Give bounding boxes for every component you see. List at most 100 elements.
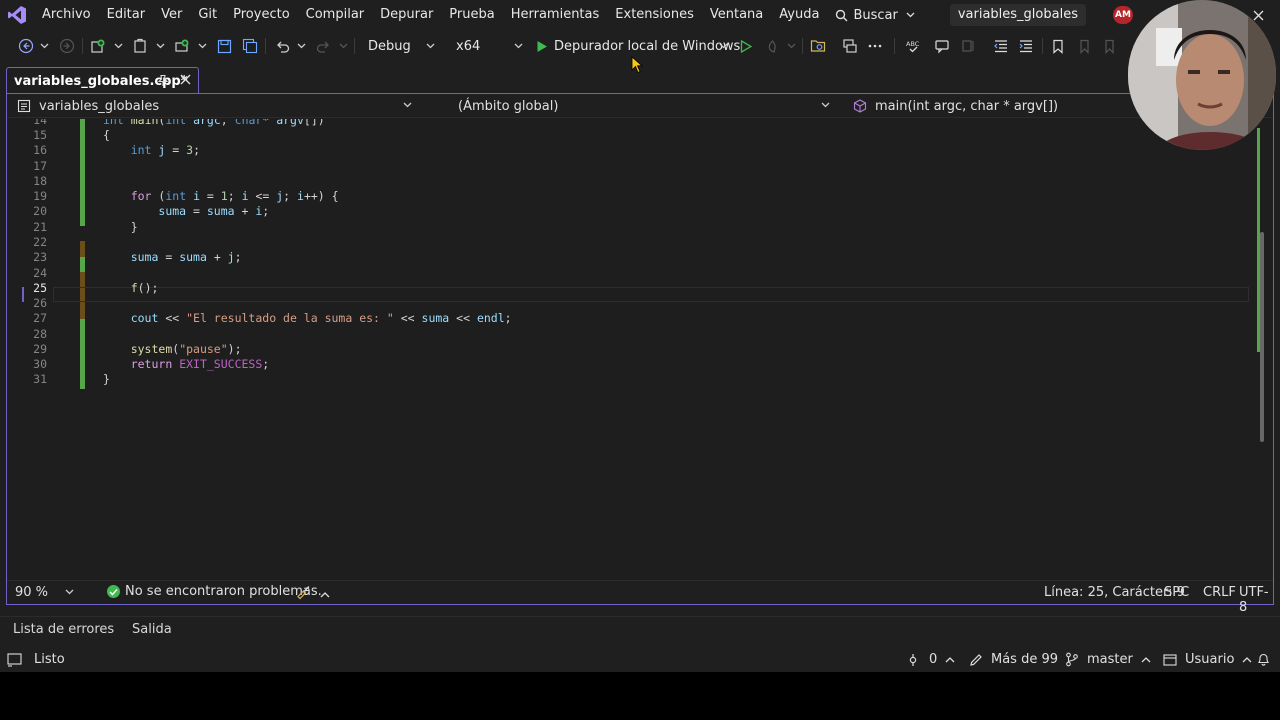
member-dropdown[interactable]: main(int argc, char * argv[])	[843, 94, 1133, 118]
menu-depurar[interactable]: Depurar	[372, 0, 441, 30]
editor-status-bar: 90 % No se encontraron problemas. Línea:…	[7, 580, 1273, 615]
scope-dropdown[interactable]: (Ámbito global)	[425, 94, 837, 118]
repository-button[interactable]: Usuario	[1163, 652, 1260, 667]
add-item-button[interactable]	[172, 34, 192, 58]
project-dropdown[interactable]: variables_globales	[7, 94, 419, 118]
undo-button[interactable]	[272, 34, 292, 58]
more-toolbar-options-button[interactable]	[865, 34, 885, 58]
toggle-bookmark-button[interactable]	[1048, 34, 1068, 58]
start-debugging-button[interactable]: Depurador local de Windows	[536, 34, 740, 58]
notifications-button[interactable]	[1257, 652, 1278, 666]
increase-indent-button[interactable]	[1016, 34, 1036, 58]
menu-prueba[interactable]: Prueba	[441, 0, 502, 30]
project-name: variables_globales	[39, 98, 160, 114]
open-file-button[interactable]	[130, 34, 150, 58]
spell-check-button[interactable]: ABC	[903, 34, 923, 58]
share-icon	[843, 39, 857, 53]
navigate-forward-button[interactable]	[57, 34, 77, 58]
undo-dropdown[interactable]	[295, 34, 307, 58]
open-file-dropdown[interactable]	[154, 34, 166, 58]
code-line: 26	[7, 296, 1247, 311]
ready-status: Listo	[7, 652, 65, 667]
chevron-down-icon[interactable]	[65, 589, 74, 595]
redo-dropdown[interactable]	[337, 34, 349, 58]
save-all-button[interactable]	[240, 34, 260, 58]
menu-archivo[interactable]: Archivo	[34, 0, 99, 30]
close-tab-button[interactable]	[180, 74, 191, 89]
zoom-level[interactable]: 90 %	[15, 585, 48, 600]
line-number: 24	[33, 266, 47, 280]
menu-herramientas[interactable]: Herramientas	[503, 0, 608, 30]
uncomment-button[interactable]	[958, 34, 978, 58]
tab-variables-globales-cpp[interactable]: variables_globales.cpp*	[6, 67, 199, 94]
menu-ver[interactable]: Ver	[153, 0, 190, 30]
navigate-back-button[interactable]	[16, 34, 36, 58]
chevron-down-icon	[514, 43, 523, 49]
method-cube-icon	[853, 99, 867, 113]
file-encoding[interactable]: UTF-8	[1239, 585, 1273, 615]
menu-compilar[interactable]: Compilar	[298, 0, 372, 30]
start-without-debugging-button[interactable]	[736, 34, 756, 58]
vertical-scrollbar[interactable]	[1257, 119, 1267, 579]
pending-changes-button[interactable]: 0	[907, 652, 963, 667]
bookmark-icon	[1053, 39, 1063, 54]
visual-studio-logo-icon[interactable]	[0, 0, 34, 30]
commits-text: Más de 99	[991, 652, 1059, 667]
line-number: 22	[33, 235, 47, 249]
menu-ventana[interactable]: Ventana	[702, 0, 771, 30]
code-text: {	[103, 128, 110, 142]
new-project-dropdown[interactable]	[112, 34, 124, 58]
solution-configuration-select[interactable]: Debug	[360, 34, 442, 58]
repository-icon	[1163, 654, 1177, 666]
code-text-area[interactable]: 14 int main(int argc, char* argv[]) 15 { 1…	[7, 119, 1273, 579]
issues-indicator[interactable]: No se encontraron problemas.	[107, 584, 322, 599]
redo-button[interactable]	[313, 34, 333, 58]
code-text: int main(int argc, char* argv[])	[103, 119, 325, 127]
toolbar-separator	[265, 38, 266, 54]
next-bookmark-button[interactable]	[1100, 34, 1120, 58]
hot-reload-dropdown[interactable]	[785, 34, 797, 58]
navigate-back-dropdown[interactable]	[38, 34, 50, 58]
code-line: 14 int main(int argc, char* argv[])	[7, 119, 1247, 128]
line-number: 25	[33, 281, 47, 295]
scrollbar-thumb[interactable]	[1260, 232, 1264, 442]
back-arrow-icon	[18, 38, 34, 54]
menu-git[interactable]: Git	[190, 0, 225, 30]
live-share-button[interactable]	[840, 34, 860, 58]
hot-reload-button[interactable]	[762, 34, 782, 58]
chevron-down-icon	[821, 102, 830, 108]
code-text: }	[103, 220, 138, 234]
line-endings[interactable]: CRLF	[1203, 585, 1236, 600]
previous-bookmark-button[interactable]	[1074, 34, 1094, 58]
new-project-button[interactable]	[88, 34, 108, 58]
open-file-icon	[134, 38, 146, 53]
tab-output[interactable]: Salida	[132, 622, 172, 637]
search-button[interactable]: Buscar	[827, 0, 927, 30]
presenter-video-image	[1128, 0, 1276, 150]
save-button[interactable]	[214, 34, 234, 58]
account-avatar[interactable]: AM	[1113, 6, 1133, 24]
search-label: Buscar	[853, 7, 898, 23]
add-item-dropdown[interactable]	[196, 34, 208, 58]
tab-error-list[interactable]: Lista de errores	[13, 622, 114, 637]
branch-button[interactable]: master	[1065, 652, 1159, 667]
pin-tab-button[interactable]	[157, 74, 169, 91]
find-in-files-button[interactable]	[808, 34, 828, 58]
indentation-mode[interactable]: SPC	[1164, 585, 1189, 600]
menu-ayuda[interactable]: Ayuda	[771, 0, 827, 30]
menu-proyecto[interactable]: Proyecto	[225, 0, 298, 30]
svg-text:ABC: ABC	[906, 40, 920, 48]
code-cleanup-button[interactable]	[296, 585, 311, 604]
menu-editar[interactable]: Editar	[99, 0, 154, 30]
save-icon	[217, 39, 231, 53]
comment-button[interactable]	[932, 34, 952, 58]
decrease-indent-button[interactable]	[991, 34, 1011, 58]
debug-target-dropdown[interactable]	[716, 34, 730, 58]
code-line: 21 }	[7, 220, 1247, 235]
code-line: 17	[7, 159, 1247, 174]
menu-extensiones[interactable]: Extensiones	[607, 0, 702, 30]
solution-name-badge[interactable]: variables_globales	[949, 4, 1086, 26]
unpushed-commits-button[interactable]: Más de 99	[969, 652, 1058, 667]
next-issue-button[interactable]	[320, 587, 330, 602]
solution-platform-select[interactable]: x64	[448, 34, 530, 58]
